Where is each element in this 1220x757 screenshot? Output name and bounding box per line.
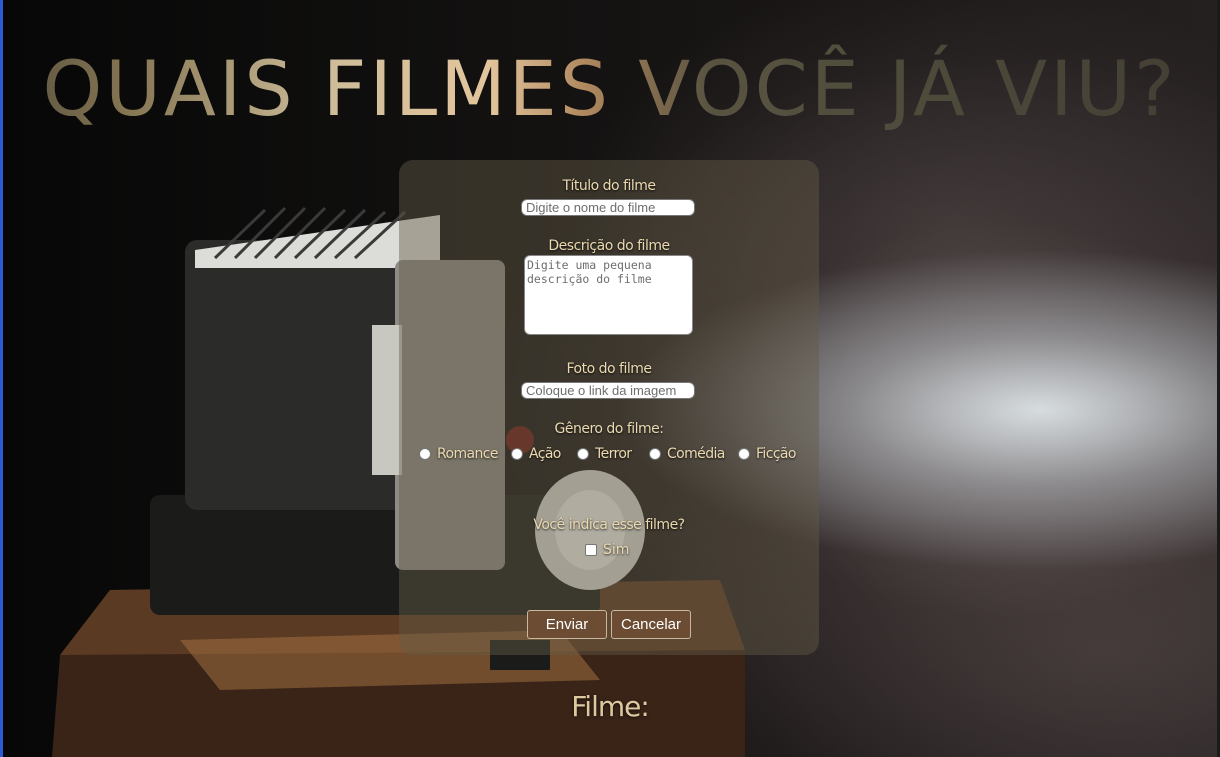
description-textarea[interactable] — [524, 255, 693, 335]
radio-romance[interactable] — [419, 448, 431, 460]
recommend-label: Você indica esse filme? — [533, 517, 685, 533]
photo-label: Foto do filme — [566, 361, 653, 377]
radio-ficcao[interactable] — [738, 448, 750, 460]
genre-option-terror[interactable]: Terror — [577, 446, 632, 462]
genre-option-comedia[interactable]: Comédia — [649, 446, 725, 462]
genre-option-romance[interactable]: Romance — [419, 446, 498, 462]
movie-list-heading: Filme: — [571, 690, 650, 723]
submit-button[interactable]: Enviar — [527, 610, 607, 639]
radio-terror[interactable] — [577, 448, 589, 460]
genre-option-label: Ação — [529, 446, 561, 462]
title-input[interactable] — [521, 199, 695, 216]
genre-label: Gênero do filme: — [554, 421, 665, 437]
recommend-option-label: Sim — [603, 542, 630, 558]
radio-comedia[interactable] — [649, 448, 661, 460]
genre-option-label: Ficção — [756, 446, 796, 462]
radio-acao[interactable] — [511, 448, 523, 460]
title-label: Título do filme — [562, 178, 656, 194]
recommend-option[interactable]: Sim — [585, 542, 629, 558]
genre-option-label: Terror — [595, 446, 632, 462]
photo-url-input[interactable] — [521, 382, 695, 399]
page-title: QUAIS FILMES VOCÊ JÁ VIU? — [0, 44, 1220, 133]
cancel-button[interactable]: Cancelar — [611, 610, 691, 639]
movie-form: Título do filme Descrição do filme Foto … — [399, 160, 819, 655]
recommend-checkbox[interactable] — [585, 544, 597, 556]
genre-radio-group: Romance Ação Terror Comédia Ficção — [416, 446, 816, 466]
genre-option-label: Comédia — [667, 446, 725, 462]
genre-option-label: Romance — [437, 446, 498, 462]
description-label: Descrição do filme — [548, 238, 670, 254]
genre-option-acao[interactable]: Ação — [511, 446, 561, 462]
genre-option-ficcao[interactable]: Ficção — [738, 446, 796, 462]
